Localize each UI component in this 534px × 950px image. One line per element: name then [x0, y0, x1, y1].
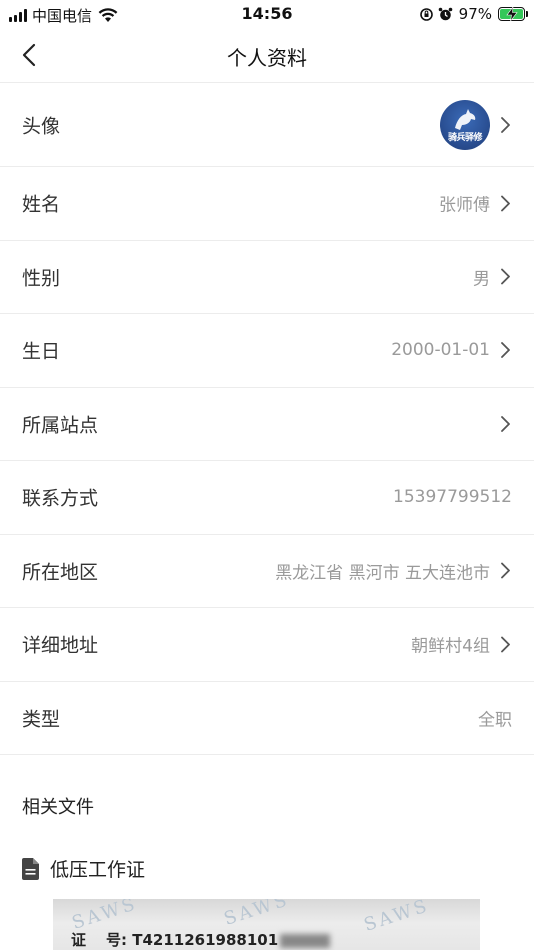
profile-row-avatar[interactable]: 头像 骑兵驿修 — [0, 84, 534, 167]
row-value: 黑龙江省 黑河市 五大连池市 — [275, 563, 490, 584]
avatar: 骑兵驿修 — [440, 100, 490, 150]
profile-row-address[interactable]: 详细地址 朝鲜村4组 — [0, 608, 534, 682]
status-bar-right: 97% — [419, 5, 528, 23]
chevron-right-icon — [501, 268, 510, 285]
profile-row-type: 类型 全职 — [0, 682, 534, 755]
horse-logo-icon — [455, 109, 476, 130]
row-value: 男 — [473, 269, 490, 290]
profile-row-gender[interactable]: 性别 男 — [0, 241, 534, 314]
chevron-right-icon — [501, 195, 510, 212]
document-number: T4211261988101 — [132, 931, 279, 949]
row-value: 张师傅 — [439, 195, 490, 216]
battery-icon — [498, 7, 528, 21]
watermark: SAWS — [361, 899, 433, 936]
document-item[interactable]: 低压工作证 — [22, 855, 145, 882]
row-value: 2000-01-01 — [391, 340, 490, 361]
chevron-right-icon — [501, 415, 510, 432]
chevron-right-icon — [501, 636, 510, 653]
document-icon — [22, 857, 39, 880]
profile-row-name[interactable]: 姓名 张师傅 — [0, 167, 534, 241]
chevron-right-icon — [501, 342, 510, 359]
profile-row-station[interactable]: 所属站点 — [0, 388, 534, 461]
navigation-bar: 个人资料 — [0, 28, 534, 83]
orientation-lock-icon — [419, 7, 433, 21]
row-label: 所属站点 — [22, 414, 99, 437]
row-value: 朝鲜村4组 — [411, 636, 490, 657]
row-value: 15397799512 — [393, 487, 512, 508]
document-number-label: 号: — [106, 931, 128, 949]
row-label: 姓名 — [22, 193, 61, 216]
avatar-caption: 骑兵驿修 — [447, 133, 483, 143]
related-files-title: 相关文件 — [22, 797, 94, 818]
document-caption: 证 — [71, 931, 87, 949]
profile-list: 头像 骑兵驿修 姓名 张师傅 性别 男 生日 2000-01-01 所属站点 联… — [0, 84, 534, 755]
profile-row-birthday[interactable]: 生日 2000-01-01 — [0, 314, 534, 388]
alarm-icon — [438, 7, 452, 20]
row-label: 联系方式 — [22, 487, 99, 510]
profile-row-region[interactable]: 所在地区 黑龙江省 黑河市 五大连池市 — [0, 535, 534, 608]
row-label: 头像 — [22, 115, 61, 138]
document-label: 低压工作证 — [50, 859, 146, 881]
row-value: 全职 — [478, 710, 512, 731]
profile-row-contact: 联系方式 15397799512 — [0, 461, 534, 535]
status-bar: 中国电信 14:56 97% — [0, 0, 534, 28]
page-title: 个人资料 — [227, 46, 307, 70]
row-label: 生日 — [22, 340, 61, 363]
battery-percent: 97% — [458, 5, 492, 23]
chevron-right-icon — [501, 117, 510, 133]
watermark: SAWS — [221, 899, 293, 930]
row-label: 所在地区 — [22, 561, 99, 584]
document-number-line: 证 号: T4211261988101 — [71, 929, 331, 950]
row-label: 性别 — [22, 267, 61, 290]
row-label: 详细地址 — [22, 634, 99, 657]
chevron-right-icon — [501, 562, 510, 579]
row-label: 类型 — [22, 708, 61, 731]
redacted-area — [280, 933, 331, 948]
document-image[interactable]: SAWS SAWS SAWS 证号: T4211261988101 — [53, 899, 480, 950]
